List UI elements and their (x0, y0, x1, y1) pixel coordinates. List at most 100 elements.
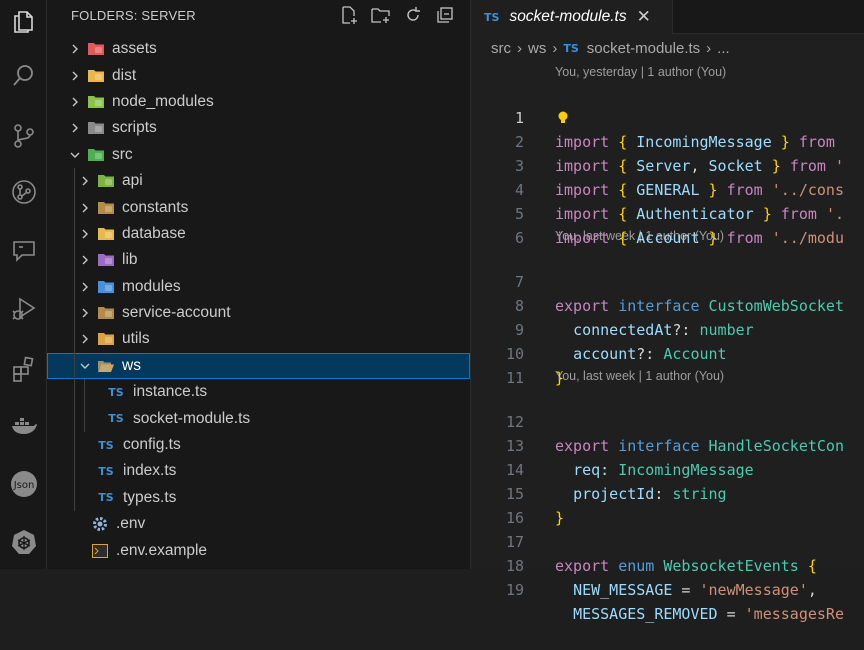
tab-socket-module[interactable]: TS socket-module.ts ✕ (471, 0, 673, 34)
chevron-right-icon[interactable] (77, 200, 93, 216)
tree-item[interactable]: scripts (47, 115, 470, 141)
folder-icon (97, 305, 115, 321)
breadcrumb-src[interactable]: src (491, 40, 511, 57)
ts-badge: TS (484, 10, 500, 24)
tree-item[interactable]: .env (47, 511, 470, 537)
code-line: 17 export enum WebsocketEvents { (471, 506, 864, 575)
tree-item[interactable]: node_modules (47, 89, 470, 115)
ts-badge: TS (563, 42, 579, 55)
folder-dist-icon (87, 68, 105, 84)
chevron-down-icon[interactable] (77, 358, 93, 374)
tree-item[interactable]: TS socket-module.ts (47, 405, 470, 431)
tree-item[interactable]: TS types.ts (47, 485, 470, 511)
tree-item-label: src (112, 145, 133, 163)
breadcrumb-ws[interactable]: ws (528, 40, 546, 57)
refresh-icon[interactable] (402, 4, 424, 26)
tree-item-label: dist (112, 66, 137, 84)
chevron-right-icon[interactable] (67, 120, 83, 136)
code-line: 6 (471, 202, 864, 247)
ts-file-icon: TS (98, 464, 114, 478)
tree-item[interactable]: TS instance.ts (47, 379, 470, 405)
code-line: 10 } (471, 318, 864, 387)
docker-icon[interactable] (0, 406, 47, 446)
tree-item[interactable]: ws (47, 352, 470, 380)
new-file-icon[interactable] (338, 4, 360, 26)
chevron-right-icon[interactable] (77, 279, 93, 295)
tree-item-label: .env (116, 515, 146, 533)
chevron-right-icon[interactable] (67, 41, 83, 57)
explorer-icon[interactable] (0, 2, 47, 42)
code-line: 1 import { IncomingMessage } from (471, 82, 864, 151)
tree-item[interactable]: assets (47, 36, 470, 62)
tree-item-label: .env.example (116, 541, 208, 559)
git-graph-icon[interactable] (0, 172, 47, 212)
chevron-right-icon[interactable] (77, 305, 93, 321)
indent-guide (74, 168, 75, 512)
tab-bar: TS socket-module.ts ✕ (471, 0, 864, 34)
extensions-icon[interactable] (0, 349, 47, 389)
tree-item[interactable]: constants (47, 194, 470, 220)
breadcrumb-file[interactable]: socket-module.ts (587, 40, 700, 57)
tab-label: socket-module.ts (509, 8, 627, 25)
run-debug-icon[interactable] (0, 289, 47, 329)
chevron-right-icon[interactable] (77, 173, 93, 189)
tree-item[interactable]: service-account (47, 300, 470, 326)
tree-item[interactable]: modules (47, 274, 470, 300)
chevron-right-icon[interactable] (77, 331, 93, 347)
tree-item-label: modules (122, 277, 181, 295)
close-icon[interactable]: ✕ (637, 7, 651, 27)
tree-item[interactable]: lib (47, 247, 470, 273)
tree-item-label: assets (112, 40, 157, 58)
explorer-actions (338, 4, 456, 26)
activity-bar: Json (0, 0, 47, 569)
new-folder-icon[interactable] (370, 4, 392, 26)
codelens[interactable]: You, yesterday | 1 author (You) (471, 62, 864, 82)
indent-guide (84, 379, 85, 432)
chevron-right-icon[interactable] (77, 252, 93, 268)
tree-item-label: database (122, 224, 186, 242)
svg-text:Json: Json (12, 480, 34, 491)
tree-item[interactable]: .env.example (47, 537, 470, 563)
comments-icon[interactable] (0, 231, 47, 271)
file-tree: assets dist node_modulesscripts src api const… (47, 36, 470, 564)
search-icon[interactable] (0, 56, 47, 96)
code-area[interactable]: You, yesterday | 1 author (You) 1 import… (471, 62, 864, 623)
breadcrumb-ellipsis[interactable]: ... (717, 40, 730, 57)
folder-src-icon (87, 147, 105, 163)
tree-item-label: api (122, 172, 143, 190)
folder-node-icon (87, 94, 105, 110)
source-control-icon[interactable] (0, 116, 47, 156)
json-icon[interactable]: Json (0, 464, 47, 504)
tree-item-label: scripts (112, 119, 157, 137)
explorer-header: FOLDERS: SERVER (47, 0, 470, 32)
chevron-right-icon: › (552, 40, 558, 57)
tree-item[interactable]: utils (47, 326, 470, 352)
tree-item-label: utils (122, 330, 150, 348)
code-line: 18 NEW_MESSAGE = 'newMessage', (471, 530, 864, 599)
code-line: 13 req: IncomingMessage (471, 410, 864, 479)
tree-item[interactable]: api (47, 168, 470, 194)
codelens[interactable]: You, last week | 1 author (You) (471, 366, 864, 386)
tree-item-label: service-account (122, 304, 231, 322)
tree-item[interactable]: TS config.ts (47, 432, 470, 458)
tree-item-label: ws (122, 356, 141, 374)
kubernetes-icon[interactable] (0, 522, 47, 562)
code-line: 4 import { Authenticator } from '. (471, 154, 864, 223)
chevron-right-icon[interactable] (67, 68, 83, 84)
folder-lib-icon (97, 252, 115, 268)
tree-item[interactable]: TS index.ts (47, 458, 470, 484)
code-line: 5 import { Account } from '../modu (471, 178, 864, 247)
code-line: 19 MESSAGES_REMOVED = 'messagesRe (471, 554, 864, 623)
chevron-right-icon[interactable] (67, 94, 83, 110)
chevron-down-icon[interactable] (67, 147, 83, 163)
code-line: 7 export interface CustomWebSocket (471, 246, 864, 315)
tree-item[interactable]: database (47, 221, 470, 247)
code-line: 2 import { Server, Socket } from ' (471, 106, 864, 175)
tree-item[interactable]: src (47, 142, 470, 168)
folder-scripts-icon (87, 120, 105, 136)
chevron-right-icon[interactable] (77, 226, 93, 242)
collapse-all-icon[interactable] (434, 4, 456, 26)
tree-item-label: instance.ts (133, 383, 208, 401)
tree-item[interactable]: dist (47, 62, 470, 88)
lightbulb-icon[interactable] (557, 111, 569, 125)
